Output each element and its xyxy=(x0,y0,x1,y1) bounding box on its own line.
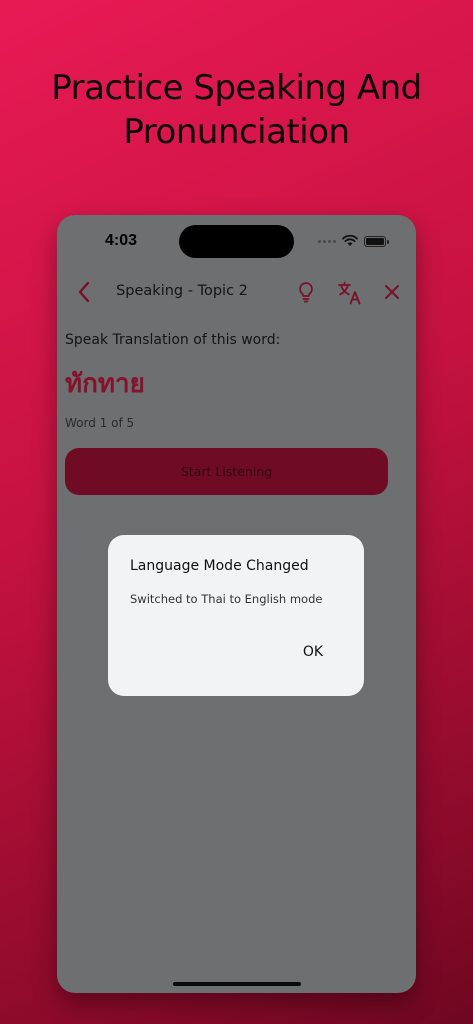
nav-title: Speaking - Topic 2 xyxy=(116,283,248,299)
dialog-title: Language Mode Changed xyxy=(130,558,309,574)
nav-bar: Speaking - Topic 2 xyxy=(57,277,416,307)
close-icon[interactable] xyxy=(382,282,402,302)
signal-dots-icon xyxy=(318,239,336,243)
promo-headline-line2: Pronunciation xyxy=(123,112,350,152)
status-time: 4:03 xyxy=(105,232,138,249)
word-counter: Word 1 of 5 xyxy=(65,416,135,430)
phone-screen: 4:03 Speaking - Topic 2 Speak Translatio… xyxy=(57,215,416,993)
status-icons xyxy=(318,235,389,247)
promo-headline-line1: Practice Speaking And xyxy=(51,68,422,108)
lightbulb-icon[interactable] xyxy=(294,280,318,304)
translate-icon[interactable] xyxy=(337,280,363,306)
language-mode-dialog: Language Mode Changed Switched to Thai t… xyxy=(108,535,364,696)
promo-headline: Practice Speaking And Pronunciation xyxy=(0,66,473,154)
target-word: ทักทาย xyxy=(65,369,145,399)
speak-prompt: Speak Translation of this word: xyxy=(65,332,281,348)
battery-icon xyxy=(364,235,389,247)
dialog-ok-button[interactable]: OK xyxy=(288,635,338,669)
wifi-icon xyxy=(342,235,358,246)
dialog-message: Switched to Thai to English mode xyxy=(130,592,323,606)
dynamic-island xyxy=(179,225,294,258)
home-indicator[interactable] xyxy=(173,982,301,986)
start-listening-button[interactable]: Start Listening xyxy=(65,448,388,495)
